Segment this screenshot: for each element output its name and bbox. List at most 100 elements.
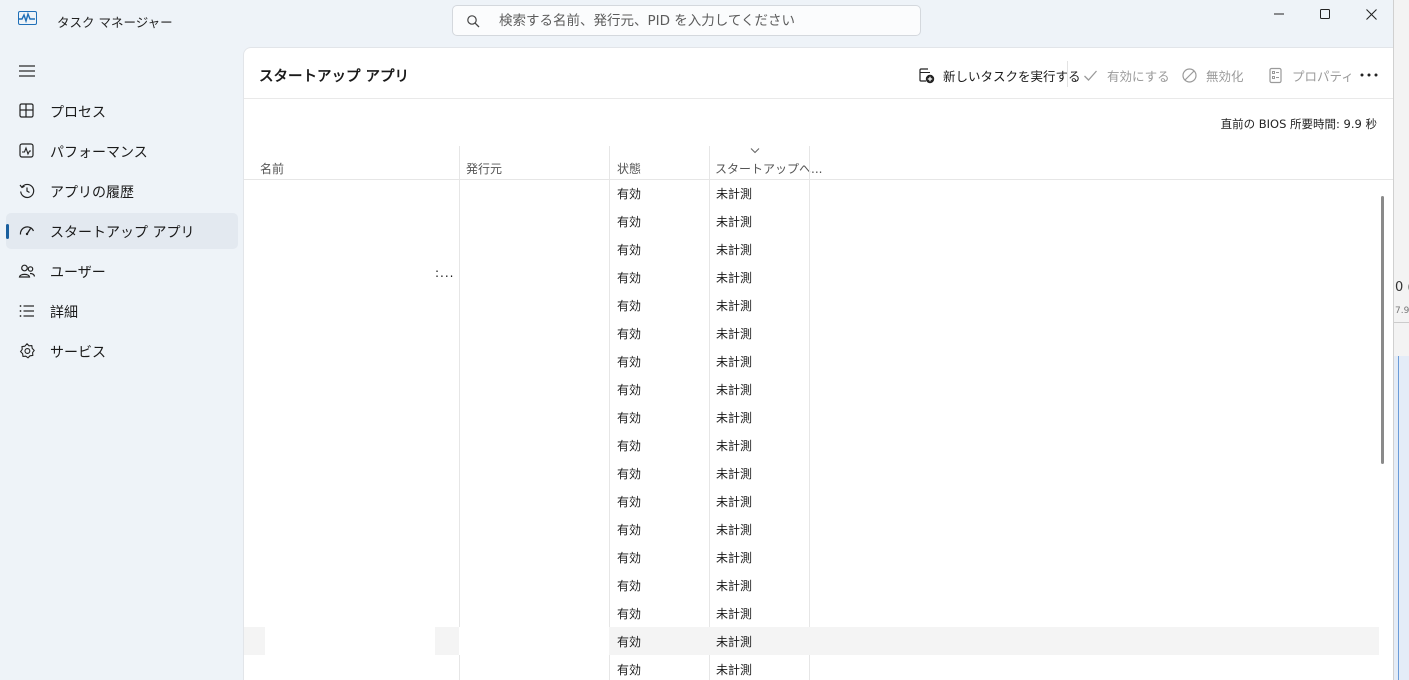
startup-impact-cell: 未計測 bbox=[716, 271, 753, 285]
table-row[interactable]: 有効 未計測 bbox=[244, 179, 1379, 207]
menu-toggle-button[interactable] bbox=[12, 58, 42, 84]
background-window: 0 ( 7.9 bbox=[1393, 0, 1409, 680]
status-cell: 有効 bbox=[617, 607, 642, 621]
active-indicator bbox=[6, 224, 9, 239]
sidebar-item-label: ユーザー bbox=[50, 265, 106, 281]
processes-icon bbox=[19, 103, 34, 118]
properties-button[interactable]: プロパティ bbox=[1267, 64, 1354, 86]
background-window-text: 0 ( bbox=[1395, 280, 1409, 295]
table-row[interactable]: 有効 未計測 bbox=[244, 375, 1379, 403]
table-row[interactable]: 有効 未計測 bbox=[244, 403, 1379, 431]
sidebar-item-users[interactable]: ユーザー bbox=[6, 253, 238, 289]
status-cell: 有効 bbox=[617, 467, 642, 481]
sidebar-item-app-history[interactable]: アプリの履歴 bbox=[6, 173, 238, 209]
sidebar-item-performance[interactable]: パフォーマンス bbox=[6, 133, 238, 169]
column-header-publisher[interactable]: 発行元 bbox=[466, 160, 502, 177]
page-title: スタートアップ アプリ bbox=[259, 69, 410, 85]
sort-descending-icon bbox=[750, 148, 760, 154]
properties-label: プロパティ bbox=[1292, 68, 1354, 84]
disable-label: 無効化 bbox=[1206, 68, 1244, 84]
services-icon bbox=[19, 343, 35, 359]
startup-impact-cell: 未計測 bbox=[716, 299, 753, 313]
startup-impact-cell: 未計測 bbox=[716, 187, 753, 201]
table-row[interactable]: 有効 未計測 bbox=[244, 487, 1379, 515]
sidebar: プロセス パフォーマンス アプリの履歴 スタートアップ アプリ ユーザー 詳細 … bbox=[0, 48, 243, 680]
more-options-button[interactable] bbox=[1356, 64, 1382, 86]
title-bar: タスク マネージャー bbox=[0, 0, 1393, 42]
status-cell: 有効 bbox=[617, 355, 642, 369]
status-cell: 有効 bbox=[617, 243, 642, 257]
task-manager-window: タスク マネージャー プロセス パフォーマンス アプリの履 bbox=[0, 0, 1393, 680]
startup-impact-cell: 未計測 bbox=[716, 579, 753, 593]
background-window-graph bbox=[1394, 356, 1409, 680]
truncated-name-cell: :... bbox=[435, 266, 455, 280]
sidebar-item-label: 詳細 bbox=[50, 305, 78, 321]
sidebar-item-label: スタートアップ アプリ bbox=[50, 225, 195, 241]
startup-impact-cell: 未計測 bbox=[716, 523, 753, 537]
sidebar-item-details[interactable]: 詳細 bbox=[6, 293, 238, 329]
table-row[interactable]: 有効 未計測 bbox=[244, 655, 1379, 680]
properties-icon bbox=[1269, 67, 1282, 83]
startup-apps-panel: スタートアップ アプリ 新しいタスクを実行する 有効にする 無効化 プロパティ … bbox=[243, 47, 1393, 680]
table-row[interactable]: 有効 未計測 bbox=[244, 431, 1379, 459]
status-cell: 有効 bbox=[617, 411, 642, 425]
status-cell: 有効 bbox=[617, 215, 642, 229]
sidebar-item-label: パフォーマンス bbox=[50, 145, 148, 161]
disable-button[interactable]: 無効化 bbox=[1181, 64, 1244, 86]
search-box[interactable] bbox=[452, 5, 921, 36]
toolbar-separator bbox=[1067, 61, 1068, 87]
table-row[interactable]: 有効 未計測 bbox=[244, 319, 1379, 347]
sidebar-item-services[interactable]: サービス bbox=[6, 333, 238, 369]
users-icon bbox=[18, 264, 36, 278]
status-cell: 有効 bbox=[617, 495, 642, 509]
status-cell: 有効 bbox=[617, 439, 642, 453]
maximize-button[interactable] bbox=[1302, 0, 1348, 28]
startup-impact-cell: 未計測 bbox=[716, 327, 753, 341]
table-row[interactable]: 有効 未計測 bbox=[244, 627, 1379, 655]
sidebar-item-startup-apps[interactable]: スタートアップ アプリ bbox=[6, 213, 238, 249]
table-row[interactable]: 有効 未計測 bbox=[244, 571, 1379, 599]
details-icon bbox=[19, 305, 34, 317]
background-window-subtext: 7.9 bbox=[1395, 306, 1409, 316]
column-header-status[interactable]: 状態 bbox=[617, 160, 641, 177]
sidebar-item-label: サービス bbox=[50, 345, 106, 361]
status-cell: 有効 bbox=[617, 663, 642, 677]
table-row[interactable]: 有効 未計測 bbox=[244, 543, 1379, 571]
minimize-icon bbox=[1274, 13, 1284, 15]
minimize-button[interactable] bbox=[1256, 0, 1302, 28]
run-new-task-button[interactable]: 新しいタスクを実行する bbox=[918, 64, 1081, 86]
new-task-icon bbox=[919, 67, 935, 83]
search-input[interactable] bbox=[499, 11, 899, 31]
table-row[interactable]: 有効 未計測 bbox=[244, 599, 1379, 627]
app-title: タスク マネージャー bbox=[57, 15, 173, 30]
scrollbar-thumb[interactable] bbox=[1381, 196, 1384, 464]
startup-apps-table: 有効 未計測 有効 未計測 有効 未計測 :... 有効 未計測 有効 未計測 有効 未計測 … bbox=[244, 179, 1379, 680]
startup-icon bbox=[19, 226, 35, 236]
bios-time: 直前の BIOS 所要時間: 9.9 秒 bbox=[1220, 117, 1377, 131]
status-cell: 有効 bbox=[617, 635, 642, 649]
table-row[interactable]: 有効 未計測 bbox=[244, 235, 1379, 263]
run-new-task-label: 新しいタスクを実行する bbox=[943, 68, 1081, 84]
column-header-startup-impact[interactable]: スタートアップへ... bbox=[715, 160, 822, 177]
table-row[interactable]: 有効 未計測 bbox=[244, 291, 1379, 319]
status-cell: 有効 bbox=[617, 551, 642, 565]
startup-impact-cell: 未計測 bbox=[716, 215, 753, 229]
table-row[interactable]: 有効 未計測 bbox=[244, 207, 1379, 235]
enable-label: 有効にする bbox=[1107, 68, 1170, 84]
table-row[interactable]: :... 有効 未計測 bbox=[244, 263, 1379, 291]
table-row[interactable]: 有効 未計測 bbox=[244, 347, 1379, 375]
table-row[interactable]: 有効 未計測 bbox=[244, 459, 1379, 487]
column-header-name[interactable]: 名前 bbox=[260, 160, 284, 177]
sidebar-item-processes[interactable]: プロセス bbox=[6, 93, 238, 129]
performance-icon bbox=[19, 143, 34, 158]
status-cell: 有効 bbox=[617, 299, 642, 313]
hamburger-icon bbox=[19, 65, 35, 77]
task-manager-logo-icon bbox=[18, 11, 37, 25]
status-cell: 有効 bbox=[617, 579, 642, 593]
close-button[interactable] bbox=[1348, 0, 1394, 28]
startup-impact-cell: 未計測 bbox=[716, 411, 753, 425]
enable-button[interactable]: 有効にする bbox=[1082, 64, 1170, 86]
startup-impact-cell: 未計測 bbox=[716, 607, 753, 621]
table-row[interactable]: 有効 未計測 bbox=[244, 515, 1379, 543]
checkmark-icon bbox=[1084, 70, 1097, 81]
